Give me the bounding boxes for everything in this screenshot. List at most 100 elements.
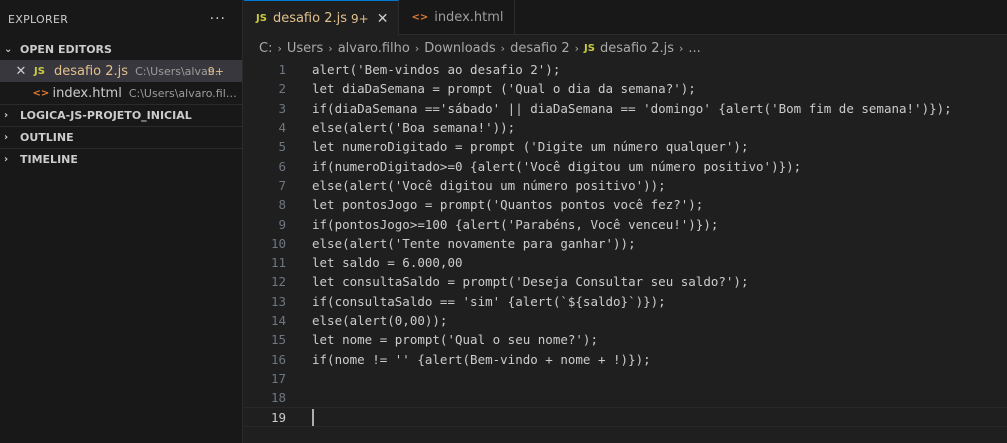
- code-line[interactable]: 17: [244, 369, 1007, 388]
- code-line[interactable]: 13 if(consultaSaldo == 'sim' {alert(`${sa…: [244, 292, 1007, 311]
- line-content[interactable]: else(alert('Tente novamente para ganhar'…: [312, 236, 636, 251]
- line-number: 7: [278, 177, 286, 193]
- code-line[interactable]: 5 let numeroDigitado = prompt ('Digite um…: [244, 137, 1007, 156]
- line-number: 9: [278, 216, 286, 232]
- close-icon[interactable]: ✕: [13, 64, 29, 79]
- problems-count: 9+: [351, 11, 369, 26]
- line-number: 14: [270, 313, 286, 329]
- code-line[interactable]: 3 if(diaDaSemana =='sábado' || diaDaSeman…: [244, 99, 1007, 118]
- explorer-header: EXPLORER ···: [0, 0, 242, 38]
- editor-tab-bar: JS desafio 2.js 9+ ✕ <> index.html: [244, 0, 1007, 36]
- tab-desafio-js[interactable]: JS desafio 2.js 9+ ✕: [244, 0, 400, 36]
- code-line[interactable]: 12 let consultaSaldo = prompt('Deseja Con…: [244, 272, 1007, 291]
- code-line[interactable]: 18: [244, 388, 1007, 407]
- line-content[interactable]: if(diaDaSemana =='sábado' || diaDaSemana…: [312, 101, 952, 116]
- javascript-file-icon: JS: [584, 42, 595, 54]
- folder-label: LOGICA-JS-PROJETO_INICIAL: [20, 109, 192, 122]
- code-line[interactable]: 4 else(alert('Boa semana!'));: [244, 118, 1007, 137]
- timeline-label: TIMELINE: [20, 153, 78, 166]
- chevron-right-icon: ›: [328, 41, 333, 55]
- chevron-right-icon: ›: [4, 132, 9, 143]
- line-content[interactable]: let numeroDigitado = prompt ('Digite um …: [312, 139, 749, 154]
- code-editor[interactable]: 1 alert('Bem-vindos ao desafio 2'); 2 let d…: [244, 60, 1007, 443]
- code-line[interactable]: 11 let saldo = 6.000,00: [244, 253, 1007, 272]
- chevron-right-icon: ›: [679, 41, 684, 55]
- chevron-right-icon: ›: [277, 41, 282, 55]
- chevron-right-icon: ›: [4, 110, 9, 121]
- breadcrumb-item[interactable]: desafio 2.js: [600, 41, 674, 56]
- breadcrumb-item[interactable]: Users: [287, 41, 323, 56]
- line-content[interactable]: else(alert('Boa semana!'));: [312, 120, 515, 135]
- line-number: 8: [278, 197, 286, 213]
- open-editors-label: OPEN EDITORS: [20, 42, 112, 56]
- javascript-file-icon: JS: [256, 13, 267, 24]
- code-line[interactable]: 6 if(numeroDigitado>=0 {alert('Você digit…: [244, 157, 1007, 176]
- code-line[interactable]: 1 alert('Bem-vindos ao desafio 2');: [244, 60, 1007, 79]
- code-line[interactable]: 8 let pontosJogo = prompt('Quantos pontos…: [244, 195, 1007, 214]
- code-line[interactable]: 2 let diaDaSemana = prompt ('Qual o dia d…: [244, 79, 1007, 98]
- line-number: 15: [270, 332, 286, 348]
- chevron-down-icon: ⌄: [4, 43, 13, 55]
- line-content[interactable]: if(numeroDigitado>=0 {alert('Você digito…: [312, 159, 801, 174]
- line-number: 2: [278, 81, 286, 97]
- line-content[interactable]: let nome = prompt('Qual o seu nome?');: [312, 332, 598, 347]
- chevron-right-icon: ›: [500, 41, 506, 55]
- line-number: 10: [270, 235, 286, 251]
- open-editor-item-index-html[interactable]: <> index.html C:\Users\alvaro.filho\...: [0, 82, 243, 104]
- breadcrumb-item[interactable]: desafio 2: [510, 41, 570, 56]
- close-icon[interactable]: ✕: [377, 11, 389, 27]
- open-editor-filename: index.html: [52, 85, 122, 101]
- explorer-title: EXPLORER: [8, 12, 69, 26]
- line-number: 18: [270, 390, 286, 406]
- line-number: 1: [278, 62, 286, 78]
- tab-label: index.html: [434, 10, 504, 25]
- line-content[interactable]: if(nome != '' {alert(Bem-vindo + nome + …: [312, 352, 651, 367]
- breadcrumb-item[interactable]: C:: [259, 41, 272, 56]
- tab-index-html[interactable]: <> index.html: [399, 0, 515, 35]
- code-line[interactable]: 7 else(alert('Você digitou um número posi…: [244, 176, 1007, 195]
- line-content[interactable]: let saldo = 6.000,00: [312, 255, 463, 270]
- code-line[interactable]: 16 if(nome != '' {alert(Bem-vindo + nome …: [244, 350, 1007, 369]
- open-editors-section[interactable]: ⌄ OPEN EDITORS: [0, 38, 242, 60]
- html-file-icon: <>: [411, 12, 429, 23]
- line-number: 5: [278, 139, 286, 155]
- breadcrumb-item[interactable]: Downloads: [424, 41, 495, 56]
- outline-section[interactable]: › OUTLINE: [0, 126, 242, 148]
- folder-section[interactable]: › LOGICA-JS-PROJETO_INICIAL: [0, 104, 242, 126]
- line-content[interactable]: if(pontosJogo>=100 {alert('Parabéns, Voc…: [312, 217, 718, 232]
- html-file-icon: <>: [32, 87, 50, 99]
- code-line[interactable]: 19: [244, 407, 1007, 427]
- chevron-right-icon: ›: [4, 154, 9, 165]
- problems-badge: 9+: [207, 64, 224, 78]
- line-number: 13: [270, 293, 286, 309]
- chevron-right-icon: ›: [414, 41, 420, 55]
- explorer-sidebar: EXPLORER ··· ⌄ OPEN EDITORS ✕ JS desafio…: [0, 0, 243, 443]
- javascript-file-icon: JS: [34, 65, 45, 77]
- line-content[interactable]: alert('Bem-vindos ao desafio 2');: [312, 62, 560, 77]
- line-number: 12: [270, 274, 286, 290]
- line-content[interactable]: let diaDaSemana = prompt ('Qual o dia da…: [312, 81, 696, 96]
- code-line[interactable]: 10 else(alert('Tente novamente para ganha…: [244, 234, 1007, 253]
- line-content[interactable]: let pontosJogo = prompt('Quantos pontos …: [312, 197, 703, 212]
- outline-label: OUTLINE: [20, 131, 74, 144]
- breadcrumb-item[interactable]: alvaro.filho: [338, 41, 410, 56]
- breadcrumb-item[interactable]: ...: [688, 41, 700, 56]
- open-editor-filename: desafio 2.js: [54, 63, 129, 79]
- breadcrumb: C: › Users › alvaro.filho › Downloads › desa…: [244, 36, 1007, 60]
- more-actions-icon[interactable]: ···: [210, 11, 234, 27]
- line-content[interactable]: else(alert(0,00));: [312, 313, 447, 328]
- timeline-section[interactable]: › TIMELINE: [0, 148, 242, 170]
- line-number: 3: [278, 100, 286, 116]
- line-content[interactable]: if(consultaSaldo == 'sim' {alert(`${sald…: [312, 294, 666, 309]
- line-number: 16: [270, 351, 286, 367]
- line-number: 6: [278, 158, 286, 174]
- line-content[interactable]: else(alert('Você digitou um número posit…: [312, 178, 666, 193]
- code-line[interactable]: 14 else(alert(0,00));: [244, 311, 1007, 330]
- text-cursor: [312, 408, 314, 426]
- open-editor-item-desafio-js[interactable]: ✕ JS desafio 2.js C:\Users\alvar... 9+: [0, 60, 242, 82]
- line-content[interactable]: let consultaSaldo = prompt('Deseja Consu…: [312, 274, 749, 289]
- code-line[interactable]: 9 if(pontosJogo>=100 {alert('Parabéns, Vo…: [244, 214, 1007, 233]
- tab-label: desafio 2.js: [272, 11, 347, 26]
- code-line[interactable]: 15 let nome = prompt('Qual o seu nome?');: [244, 330, 1007, 349]
- line-number: 4: [278, 120, 286, 136]
